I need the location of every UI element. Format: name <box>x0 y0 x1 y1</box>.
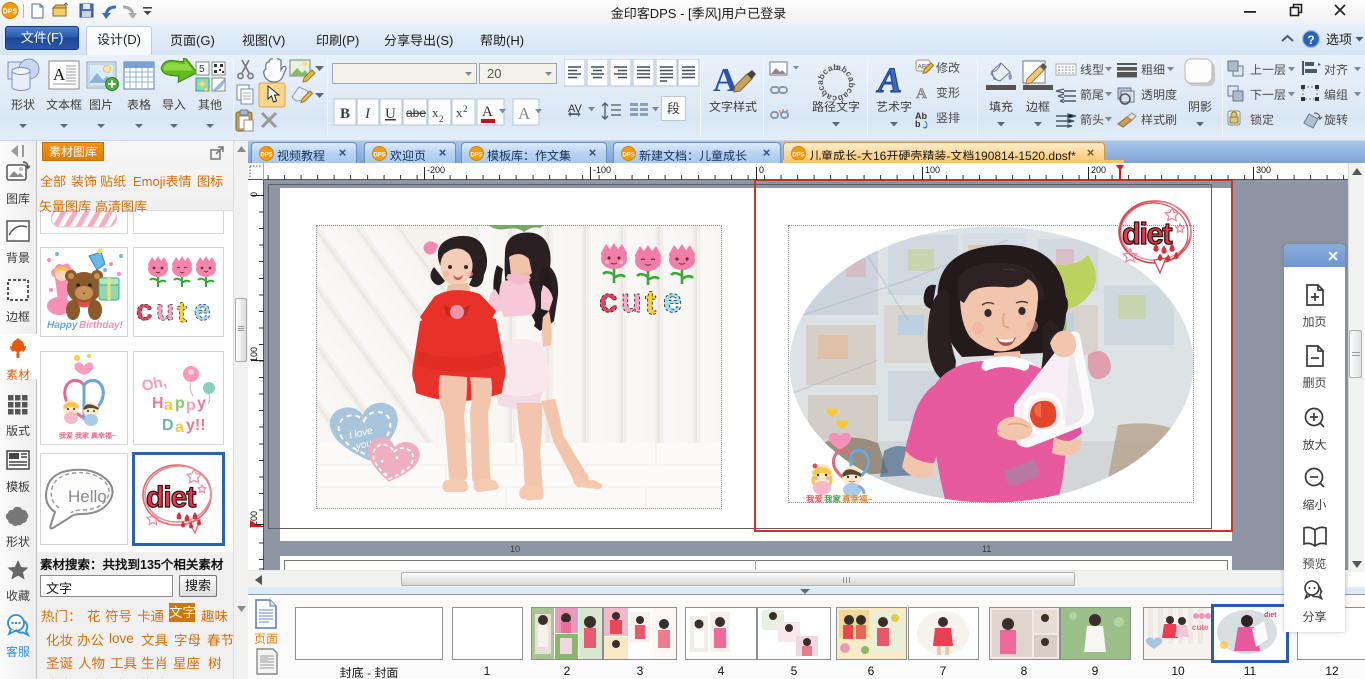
svg-text:-200: -200 <box>427 165 445 175</box>
svg-text:0: 0 <box>759 165 764 175</box>
svg-text:上一层: 上一层 <box>1250 63 1286 77</box>
svg-text:t: t <box>177 296 187 329</box>
svg-text:-100: -100 <box>593 165 611 175</box>
svg-text:I: I <box>364 106 371 122</box>
svg-text:DPS: DPS <box>622 153 634 159</box>
svg-text:Oh,: Oh, <box>140 373 168 395</box>
svg-text:100: 100 <box>925 165 940 175</box>
svg-text:表格: 表格 <box>127 98 151 112</box>
svg-text:A: A <box>916 86 927 102</box>
svg-text:U: U <box>385 106 396 122</box>
svg-text:Hello: Hello <box>68 487 107 506</box>
svg-text:p: p <box>186 397 196 414</box>
svg-text:u: u <box>156 294 174 327</box>
svg-text:导入: 导入 <box>162 98 186 112</box>
svg-text:H: H <box>152 395 164 412</box>
svg-text:DPS: DPS <box>260 153 272 159</box>
svg-text:DPS: DPS <box>792 153 804 159</box>
svg-text:B: B <box>340 106 350 122</box>
svg-text:对齐: 对齐 <box>1324 63 1348 77</box>
svg-text:下一层: 下一层 <box>1250 88 1286 102</box>
svg-text:y!!: y!! <box>186 417 206 434</box>
svg-text:x: x <box>456 105 463 120</box>
svg-text:修改: 修改 <box>936 61 960 75</box>
svg-text:DPS: DPS <box>470 153 482 159</box>
svg-text:2: 2 <box>439 114 444 124</box>
svg-text:路径文字: 路径文字 <box>812 100 860 114</box>
svg-text:abe: abe <box>406 106 426 120</box>
svg-text:DPS: DPS <box>3 9 18 16</box>
svg-text:p: p <box>175 395 185 412</box>
svg-text:cute: cute <box>1192 623 1209 632</box>
svg-text:DPS: DPS <box>373 153 385 159</box>
svg-text:diet: diet <box>1264 612 1277 619</box>
svg-text:5: 5 <box>199 64 205 75</box>
svg-text:透明度: 透明度 <box>1141 88 1177 102</box>
svg-text:A: A <box>876 60 902 100</box>
svg-text:0: 0 <box>249 192 259 197</box>
svg-text:旋转: 旋转 <box>1324 113 1348 127</box>
svg-text:Birthday!: Birthday! <box>79 320 124 331</box>
svg-text:300: 300 <box>1256 165 1271 175</box>
svg-text:编组: 编组 <box>1324 88 1348 102</box>
svg-text:艺术字: 艺术字 <box>876 100 912 114</box>
svg-text:e: e <box>194 294 211 327</box>
svg-text:我爱 我家 真幸福~: 我爱 我家 真幸福~ <box>59 431 116 440</box>
svg-text:粗细: 粗细 <box>1141 63 1165 77</box>
svg-text:图片: 图片 <box>89 98 113 112</box>
svg-text:竖排: 竖排 <box>936 111 960 125</box>
svg-text:A: A <box>518 104 531 123</box>
svg-text:y: y <box>197 395 206 412</box>
svg-text:锁定: 锁定 <box>1250 113 1274 127</box>
svg-text:文本框: 文本框 <box>46 98 82 112</box>
svg-text:abcabcabcabcabcab: abcabcabcabcabcab <box>815 62 857 104</box>
svg-text:2: 2 <box>463 104 468 114</box>
svg-text:A: A <box>482 104 493 120</box>
svg-text:c: c <box>136 294 153 327</box>
svg-text:线型: 线型 <box>1080 63 1104 77</box>
svg-text:边框: 边框 <box>1026 100 1050 114</box>
svg-text:阴影: 阴影 <box>1188 100 1212 114</box>
svg-text:选项: 选项 <box>1326 32 1352 47</box>
svg-text:文字样式: 文字样式 <box>709 100 757 114</box>
svg-text:a: a <box>175 419 184 436</box>
svg-text:A: A <box>713 62 738 99</box>
svg-text:D: D <box>162 417 174 434</box>
svg-text:Happy: Happy <box>47 320 78 331</box>
svg-text:其他: 其他 <box>198 98 222 112</box>
svg-text:A: A <box>53 65 66 84</box>
svg-text:100: 100 <box>249 347 259 362</box>
svg-text:形状: 形状 <box>11 98 35 112</box>
svg-text:diet: diet <box>146 481 196 514</box>
svg-text:填充: 填充 <box>989 100 1013 114</box>
svg-text:200: 200 <box>1091 165 1106 175</box>
svg-text:x: x <box>432 105 439 120</box>
svg-text:箭尾: 箭尾 <box>1080 88 1104 102</box>
svg-text:a: a <box>164 397 173 414</box>
svg-text:b: b <box>915 119 921 129</box>
svg-text:箭头: 箭头 <box>1080 113 1104 127</box>
svg-text:样式刷: 样式刷 <box>1141 113 1177 127</box>
svg-text:?: ? <box>1307 33 1314 47</box>
svg-text:变形: 变形 <box>936 86 960 100</box>
